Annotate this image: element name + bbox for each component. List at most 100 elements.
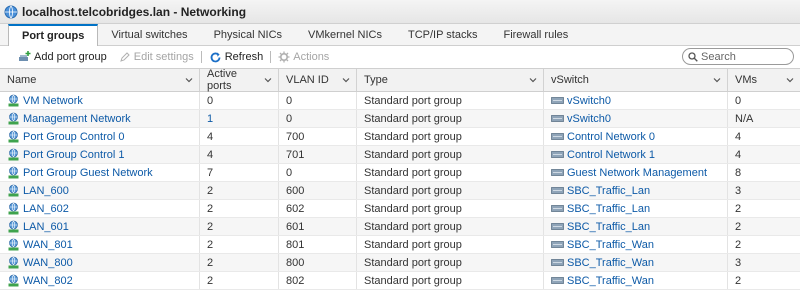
search-box[interactable] [682, 48, 794, 65]
vlan-id-value: 602 [286, 202, 305, 215]
vswitch-link[interactable]: SBC_Traffic_Wan [567, 239, 654, 251]
type-value: Standard port group [364, 184, 462, 197]
port-group-name-link[interactable]: Management Network [23, 113, 131, 125]
vswitch-icon [551, 97, 564, 104]
tab-firewall-rules[interactable]: Firewall rules [490, 24, 581, 45]
active-ports-value: 1 [207, 112, 214, 125]
toolbar-separator [200, 51, 202, 63]
tab-vmkernel-nics[interactable]: VMkernel NICs [295, 24, 395, 45]
cell-name: Port Group Guest Network [0, 164, 200, 181]
add-port-group-button[interactable]: Add port group [18, 51, 107, 63]
port-group-icon [8, 166, 19, 179]
vlan-id-value: 0 [286, 112, 293, 125]
table-row[interactable]: LAN_600 2 600 Standard port group SBC_Tr… [0, 182, 800, 200]
refresh-icon [210, 52, 221, 62]
table-row[interactable]: VM Network 0 0 Standard port group vSwit… [0, 92, 800, 110]
active-ports-value: 0 [207, 94, 214, 107]
gear-icon [278, 51, 290, 63]
vms-value: 4 [735, 130, 742, 143]
cell-name: WAN_802 [0, 272, 200, 289]
cell-active-ports: 2 [200, 236, 279, 253]
vswitch-link[interactable]: Control Network 1 [567, 149, 655, 161]
port-group-name-link[interactable]: WAN_800 [23, 257, 73, 269]
table-row[interactable]: Management Network 1 0 Standard port gro… [0, 110, 800, 128]
port-group-name-link[interactable]: WAN_802 [23, 275, 73, 287]
column-header-vlan-id[interactable]: VLAN ID [279, 69, 357, 91]
tab-physical-nics[interactable]: Physical NICs [201, 24, 295, 45]
table-row[interactable]: WAN_801 2 801 Standard port group SBC_Tr… [0, 236, 800, 254]
port-group-name-link[interactable]: WAN_801 [23, 239, 73, 251]
vswitch-icon [551, 205, 564, 212]
vms-value: 2 [735, 202, 742, 215]
column-header-active-ports[interactable]: Active ports [200, 68, 279, 92]
table-row[interactable]: Port Group Guest Network 7 0 Standard po… [0, 164, 800, 182]
vlan-id-value: 600 [286, 184, 305, 197]
cell-type: Standard port group [357, 182, 544, 199]
cell-vms: 0 [728, 92, 800, 109]
port-group-name-link[interactable]: Port Group Control 1 [23, 149, 125, 161]
port-group-icon [8, 184, 19, 197]
table-row[interactable]: WAN_800 2 800 Standard port group SBC_Tr… [0, 254, 800, 272]
port-group-icon [8, 148, 19, 161]
port-group-icon [8, 256, 19, 269]
port-group-name-link[interactable]: VM Network [23, 95, 83, 107]
cell-name: LAN_602 [0, 200, 200, 217]
column-header-type[interactable]: Type [357, 69, 544, 91]
cell-active-ports: 2 [200, 182, 279, 199]
cell-vswitch: SBC_Traffic_Lan [544, 200, 728, 217]
vswitch-icon [551, 223, 564, 230]
table-row[interactable]: LAN_602 2 602 Standard port group SBC_Tr… [0, 200, 800, 218]
refresh-button[interactable]: Refresh [209, 51, 263, 64]
vms-value: 2 [735, 220, 742, 233]
cell-vlan-id: 700 [279, 128, 357, 145]
cell-type: Standard port group [357, 92, 544, 109]
active-ports-value: 2 [207, 274, 214, 287]
search-input[interactable] [701, 50, 787, 63]
table-row[interactable]: LAN_601 2 601 Standard port group SBC_Tr… [0, 218, 800, 236]
port-group-icon [8, 94, 19, 107]
vlan-id-value: 701 [286, 148, 305, 161]
cell-vswitch: vSwitch0 [544, 110, 728, 127]
vswitch-link[interactable]: SBC_Traffic_Lan [567, 203, 650, 215]
tab-tcpip-stacks[interactable]: TCP/IP stacks [395, 24, 490, 45]
column-header-vswitch[interactable]: vSwitch [544, 69, 728, 91]
tab-virtual-switches[interactable]: Virtual switches [98, 24, 200, 45]
type-value: Standard port group [364, 202, 462, 215]
table-row[interactable]: Port Group Control 0 4 700 Standard port… [0, 128, 800, 146]
vswitch-link[interactable]: Control Network 0 [567, 131, 655, 143]
vswitch-link[interactable]: SBC_Traffic_Lan [567, 185, 650, 197]
pencil-icon [119, 52, 130, 62]
cell-type: Standard port group [357, 236, 544, 253]
cell-vms: 2 [728, 218, 800, 235]
vswitch-icon [551, 187, 564, 194]
actions-button[interactable]: Actions [278, 51, 329, 63]
vswitch-link[interactable]: SBC_Traffic_Wan [567, 257, 654, 269]
vswitch-link[interactable]: SBC_Traffic_Lan [567, 221, 650, 233]
table-row[interactable]: Port Group Control 1 4 701 Standard port… [0, 146, 800, 164]
active-ports-value: 2 [207, 202, 214, 215]
port-group-name-link[interactable]: LAN_600 [23, 185, 69, 197]
port-group-name-link[interactable]: Port Group Guest Network [23, 167, 153, 179]
vswitch-icon [551, 151, 564, 158]
vswitch-link[interactable]: Guest Network Management [567, 167, 707, 179]
tab-port-groups[interactable]: Port groups [8, 24, 99, 46]
active-ports-value: 7 [207, 166, 214, 179]
toolbar: Add port group Edit settings Refresh Act… [0, 46, 800, 68]
vswitch-link[interactable]: vSwitch0 [567, 95, 611, 107]
cell-vswitch: Control Network 1 [544, 146, 728, 163]
port-groups-table: Name Active ports VLAN ID Type vSwitch V… [0, 68, 800, 290]
port-group-name-link[interactable]: LAN_602 [23, 203, 69, 215]
active-ports-value: 4 [207, 148, 214, 161]
port-group-name-link[interactable]: Port Group Control 0 [23, 131, 125, 143]
column-header-vms[interactable]: VMs [728, 69, 800, 91]
edit-settings-button[interactable]: Edit settings [119, 51, 194, 63]
column-header-name[interactable]: Name [0, 69, 200, 91]
port-group-name-link[interactable]: LAN_601 [23, 221, 69, 233]
search-icon [688, 51, 698, 62]
table-row[interactable]: WAN_802 2 802 Standard port group SBC_Tr… [0, 272, 800, 290]
chevron-down-icon [713, 78, 721, 83]
cell-vms: 3 [728, 254, 800, 271]
port-group-icon [8, 274, 19, 287]
vswitch-link[interactable]: vSwitch0 [567, 113, 611, 125]
vswitch-link[interactable]: SBC_Traffic_Wan [567, 275, 654, 287]
